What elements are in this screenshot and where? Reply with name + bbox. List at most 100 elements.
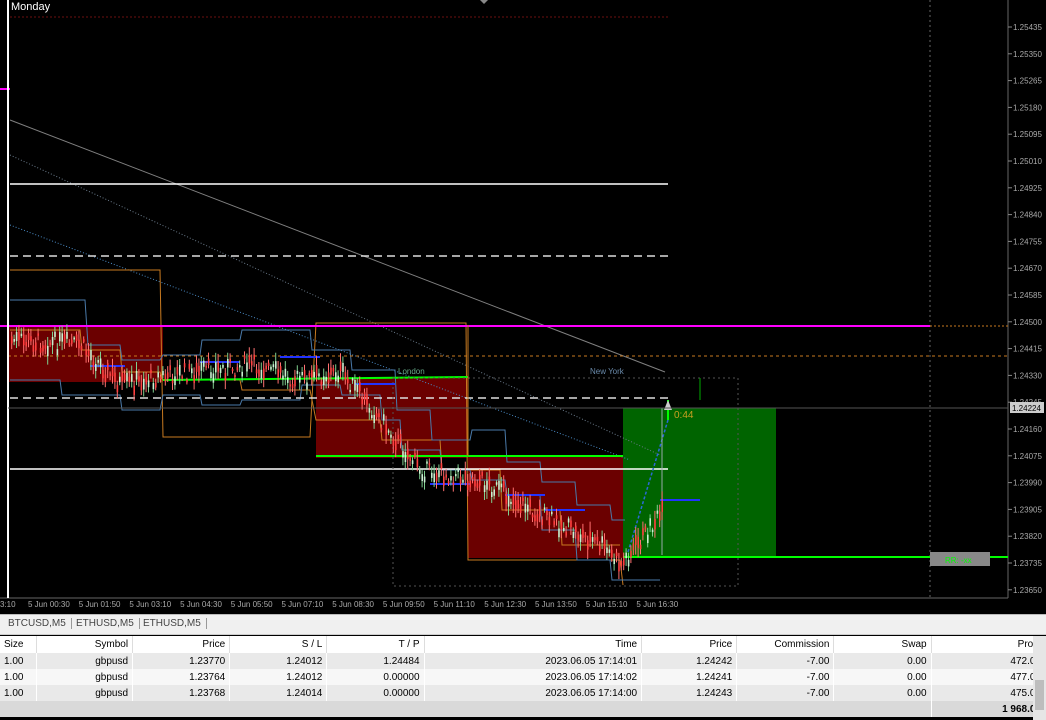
candle-body [632,543,635,551]
cell-symbol: gbpusd [36,669,134,685]
candle-body [378,413,380,418]
candle-body [296,370,299,374]
table-row[interactable]: 1.00 gbpusd 1.23768 1.24014 0.00000 2023… [0,685,1046,701]
header-symbol[interactable]: Symbol [36,636,134,653]
candle-body [459,476,462,485]
candle-body [469,480,471,488]
tab-ethusd[interactable]: ETHUSD,M5 [71,618,140,629]
candle-body [63,334,66,344]
candle-body [167,372,169,379]
candle-body [380,428,383,431]
candle-body [553,521,555,525]
cell-size: 1.00 [0,653,37,669]
table-row[interactable]: 1.00 gbpusd 1.23770 1.24012 1.24484 2023… [0,653,1046,669]
candle-body [445,474,447,478]
candle-body [339,361,342,372]
candle-body [570,520,572,527]
cell-time: 2023.06.05 17:14:01 [424,653,643,669]
candle-body [565,531,567,536]
candle-body [527,504,529,512]
price-tick-label: 1.25010 [1013,157,1042,166]
cell-commission: -7.00 [736,669,835,685]
candle-body [313,371,315,378]
candle-body [56,349,59,356]
cell-symbol: gbpusd [36,653,134,669]
candle-body [337,375,339,383]
time-tick-label: 5 Jun 01:50 [79,600,121,609]
cell-time: 2023.06.05 17:14:00 [424,685,643,701]
candle-body [119,376,121,383]
table-scrollbar[interactable] [1033,636,1046,720]
cell-size: 1.00 [0,685,37,701]
candle-body [229,358,231,362]
candle-body [474,479,476,487]
candle-body [162,371,164,376]
cell-sl: 1.24012 [229,669,328,685]
header-tp[interactable]: T / P [326,636,425,653]
cell-price: 1.23770 [132,653,231,669]
candle-body [251,361,253,366]
candle-body [243,355,246,359]
candle-body [128,376,131,382]
candle-body [534,515,536,522]
price-chart[interactable]: 1.25435 1.25350 1.25265 1.25180 1.25095 1.250… [0,0,1046,614]
price-tick-label: 1.25180 [1013,103,1042,112]
candle-body [488,476,491,485]
candle-body [438,470,440,478]
candle-body [270,366,272,370]
candle-body [567,518,570,523]
candle-body [541,519,543,526]
candle-body [267,362,270,367]
candle-body [138,376,140,382]
candle-body [323,376,325,386]
candle-body [150,369,152,374]
table-row[interactable]: 1.00 gbpusd 1.23764 1.24012 0.00000 2023… [0,669,1046,685]
scrollbar-thumb[interactable] [1035,680,1044,710]
candle-body [188,363,191,369]
candle-body [399,433,402,443]
header-size[interactable]: Size [0,636,37,653]
total-profit: 1 968.00 [931,701,1046,717]
header-commission[interactable]: Commission [736,636,835,653]
time-tick-label: 5 Jun 09:50 [383,600,425,609]
candle-body [20,333,23,337]
rr-label: RR: -xx [945,556,972,565]
candle-body [80,345,83,351]
candle-body [411,460,414,465]
candle-body [327,372,330,383]
candle-body [54,331,56,337]
time-axis: 3:10 5 Jun 00:30 5 Jun 01:50 5 Jun 03:10 5 J… [0,600,679,609]
candle-body [73,337,75,340]
candle-body [495,482,498,485]
tab-btcusd[interactable]: BTCUSD,M5 [3,618,72,629]
candle-body [102,369,104,379]
candle-body [649,518,651,526]
candle-body [486,480,488,490]
candle-body [423,476,426,483]
header-price[interactable]: Price [132,636,231,653]
header-time[interactable]: Time [424,636,643,653]
header-sl[interactable]: S / L [229,636,328,653]
candle-body [601,536,603,543]
header-profit[interactable]: Profit [931,636,1046,653]
candle-body [491,492,493,497]
candle-body [335,372,337,382]
candle-body [440,463,443,469]
candle-body [191,368,193,374]
tab-ethusd-2[interactable]: ETHUSD,M5 [138,618,207,629]
candle-body [462,479,464,483]
candle-body [503,481,505,488]
candle-body [186,379,188,383]
header-close-price[interactable]: Price [641,636,738,653]
candle-body [507,495,510,507]
candle-body [349,389,351,393]
candle-body [615,552,618,557]
candle-body [164,373,167,382]
candle-body [71,339,73,344]
candle-body [642,528,644,536]
chart-area[interactable]: 1.25435 1.25350 1.25265 1.25180 1.25095 1.250… [0,0,1046,614]
candle-body [498,480,500,490]
candle-body [325,376,327,382]
header-swap[interactable]: Swap [833,636,932,653]
price-tick-label: 1.25095 [1013,130,1042,139]
